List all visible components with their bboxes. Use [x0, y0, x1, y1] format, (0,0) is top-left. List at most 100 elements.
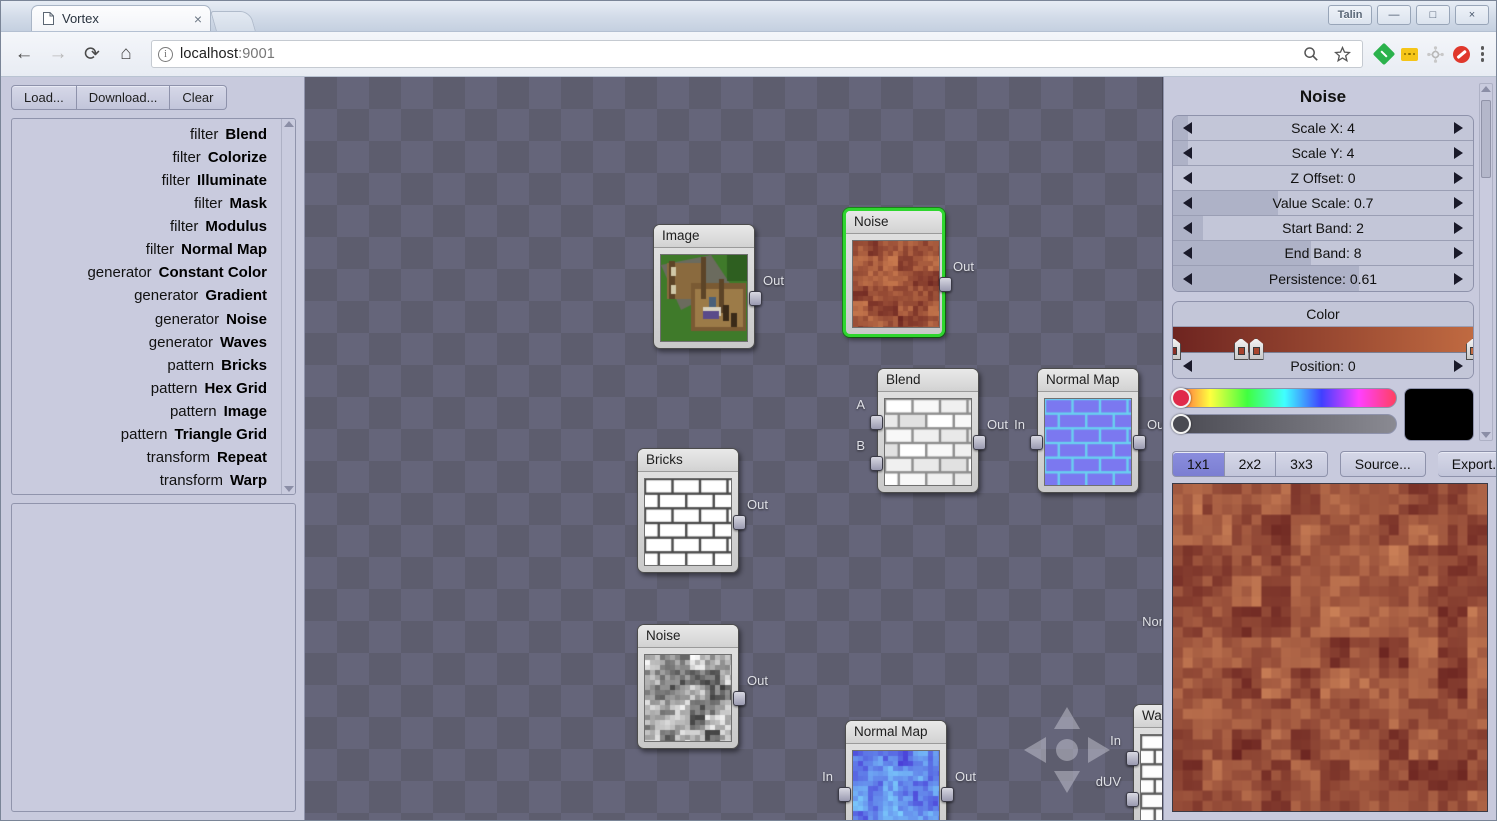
node-list-item[interactable]: filter Colorize: [12, 146, 281, 169]
color-swatch[interactable]: [1404, 388, 1474, 441]
new-tab-button[interactable]: [210, 11, 256, 31]
hue-slider[interactable]: [1171, 388, 1397, 408]
hub-icon[interactable]: [1425, 43, 1447, 65]
node-list-item[interactable]: transform Repeat: [12, 447, 281, 470]
node-input-port[interactable]: [1030, 435, 1043, 450]
node-list-item[interactable]: filter Mask: [12, 192, 281, 215]
graph-node[interactable]: Normal Map: [845, 720, 947, 820]
parameter-slider[interactable]: Scale X: 4: [1173, 116, 1473, 141]
node-list-item[interactable]: pattern Triangle Grid: [12, 424, 281, 447]
slider-decrement-icon[interactable]: [1183, 172, 1192, 184]
node-output-port[interactable]: [749, 291, 762, 306]
slider-increment-icon[interactable]: [1454, 247, 1463, 259]
node-input-port[interactable]: [838, 787, 851, 802]
hue-handle[interactable]: [1171, 388, 1191, 408]
pan-navigation-widget[interactable]: [1022, 705, 1112, 795]
noise-preview[interactable]: [1172, 483, 1488, 812]
graph-node[interactable]: Normal Map: [1037, 368, 1139, 493]
maximize-button[interactable]: □: [1416, 5, 1450, 25]
pan-center-icon[interactable]: [1056, 739, 1078, 761]
kebab-menu-icon[interactable]: [1477, 46, 1488, 62]
parameter-slider[interactable]: End Band: 8: [1173, 241, 1473, 266]
node-list-item[interactable]: generator Constant Color: [12, 262, 281, 285]
slider-decrement-icon[interactable]: [1183, 247, 1192, 259]
node-type-list[interactable]: filter Blend filter Colorize filter Illuminat…: [11, 118, 296, 495]
node-output-port[interactable]: [973, 435, 986, 450]
slider-increment-icon[interactable]: [1454, 122, 1463, 134]
node-output-port[interactable]: [733, 515, 746, 530]
value-handle[interactable]: [1171, 414, 1191, 434]
block-icon[interactable]: [1451, 43, 1473, 65]
position-slider[interactable]: Position: 0: [1173, 353, 1473, 378]
tile-3x3-button[interactable]: 3x3: [1276, 451, 1328, 477]
pan-down-icon[interactable]: [1054, 771, 1080, 793]
node-output-port[interactable]: [1133, 435, 1146, 450]
slider-decrement-icon[interactable]: [1183, 147, 1192, 159]
pan-up-icon[interactable]: [1054, 707, 1080, 729]
node-list-item[interactable]: pattern Image: [12, 401, 281, 424]
search-icon[interactable]: [1300, 43, 1322, 65]
node-list-item[interactable]: pattern Bricks: [12, 354, 281, 377]
graph-node[interactable]: Noise: [843, 208, 945, 337]
pan-right-icon[interactable]: [1088, 737, 1110, 763]
slider-increment-icon[interactable]: [1454, 272, 1463, 285]
node-list-item[interactable]: filter Blend: [12, 123, 281, 146]
graph-node[interactable]: Blend: [877, 368, 979, 493]
user-profile-button[interactable]: Talin: [1328, 5, 1372, 25]
gradient-stop[interactable]: [1173, 338, 1181, 360]
properties-scroll-thumb[interactable]: [1481, 100, 1491, 178]
gradient-stop[interactable]: [1466, 338, 1473, 360]
graph-node[interactable]: Image: [653, 224, 755, 349]
slider-increment-icon[interactable]: [1454, 197, 1463, 209]
node-input-port[interactable]: [1126, 791, 1139, 807]
tab-close-icon[interactable]: ×: [194, 12, 202, 26]
slider-decrement-icon[interactable]: [1183, 272, 1192, 285]
parameter-slider[interactable]: Start Band: 2: [1173, 216, 1473, 241]
node-output-port[interactable]: [733, 691, 746, 706]
pan-left-icon[interactable]: [1024, 737, 1046, 763]
node-list-item[interactable]: generator Gradient: [12, 285, 281, 308]
slider-increment-icon[interactable]: [1454, 172, 1463, 184]
tile-1x1-button[interactable]: 1x1: [1172, 451, 1225, 477]
value-slider[interactable]: [1171, 414, 1397, 434]
position-decrement-icon[interactable]: [1183, 359, 1192, 372]
position-increment-icon[interactable]: [1454, 359, 1463, 372]
home-icon[interactable]: ⌂: [111, 39, 141, 69]
feedly-icon[interactable]: [1372, 42, 1395, 66]
node-list-item[interactable]: transform Warp: [12, 470, 281, 493]
close-button[interactable]: ×: [1455, 5, 1489, 25]
node-list-item[interactable]: generator Waves: [12, 331, 281, 354]
parameter-slider[interactable]: Z Offset: 0: [1173, 166, 1473, 191]
source-button[interactable]: Source...: [1339, 451, 1426, 477]
node-list-item[interactable]: filter Modulus: [12, 216, 281, 239]
properties-scroll-down-icon[interactable]: [1481, 432, 1491, 438]
node-graph-canvas[interactable]: ImageOutNoiseOutIlluminateInNormalOutBle…: [305, 77, 1163, 820]
back-icon[interactable]: ←: [9, 39, 39, 69]
tile-2x2-button[interactable]: 2x2: [1224, 451, 1277, 477]
node-input-port[interactable]: [1126, 750, 1139, 766]
site-info-icon[interactable]: i: [158, 46, 173, 62]
scroll-down-icon[interactable]: [283, 486, 294, 492]
parameter-slider[interactable]: Persistence: 0.61: [1173, 266, 1473, 291]
reload-icon[interactable]: ⟳: [77, 39, 107, 69]
slider-decrement-icon[interactable]: [1183, 122, 1192, 134]
node-list-item[interactable]: filter Normal Map: [12, 239, 281, 262]
load-button[interactable]: Load...: [11, 85, 77, 110]
clear-button[interactable]: Clear: [170, 85, 227, 110]
slider-decrement-icon[interactable]: [1183, 197, 1192, 209]
parameter-slider[interactable]: Value Scale: 0.7: [1173, 191, 1473, 216]
notes-icon[interactable]: [1399, 43, 1421, 65]
node-output-port[interactable]: [941, 787, 954, 802]
node-list-item[interactable]: filter Illuminate: [12, 169, 281, 192]
properties-scrollbar[interactable]: [1479, 83, 1493, 441]
gradient-stop[interactable]: [1233, 338, 1249, 360]
gradient-bar[interactable]: [1173, 327, 1473, 360]
scroll-up-icon[interactable]: [283, 121, 294, 127]
graph-node[interactable]: Noise: [637, 624, 739, 749]
slider-decrement-icon[interactable]: [1183, 222, 1192, 234]
download-button[interactable]: Download...: [76, 85, 171, 110]
node-list-scrollbar[interactable]: [281, 119, 295, 494]
slider-increment-icon[interactable]: [1454, 147, 1463, 159]
graph-node[interactable]: Bricks: [637, 448, 739, 573]
node-input-port[interactable]: [870, 414, 883, 430]
